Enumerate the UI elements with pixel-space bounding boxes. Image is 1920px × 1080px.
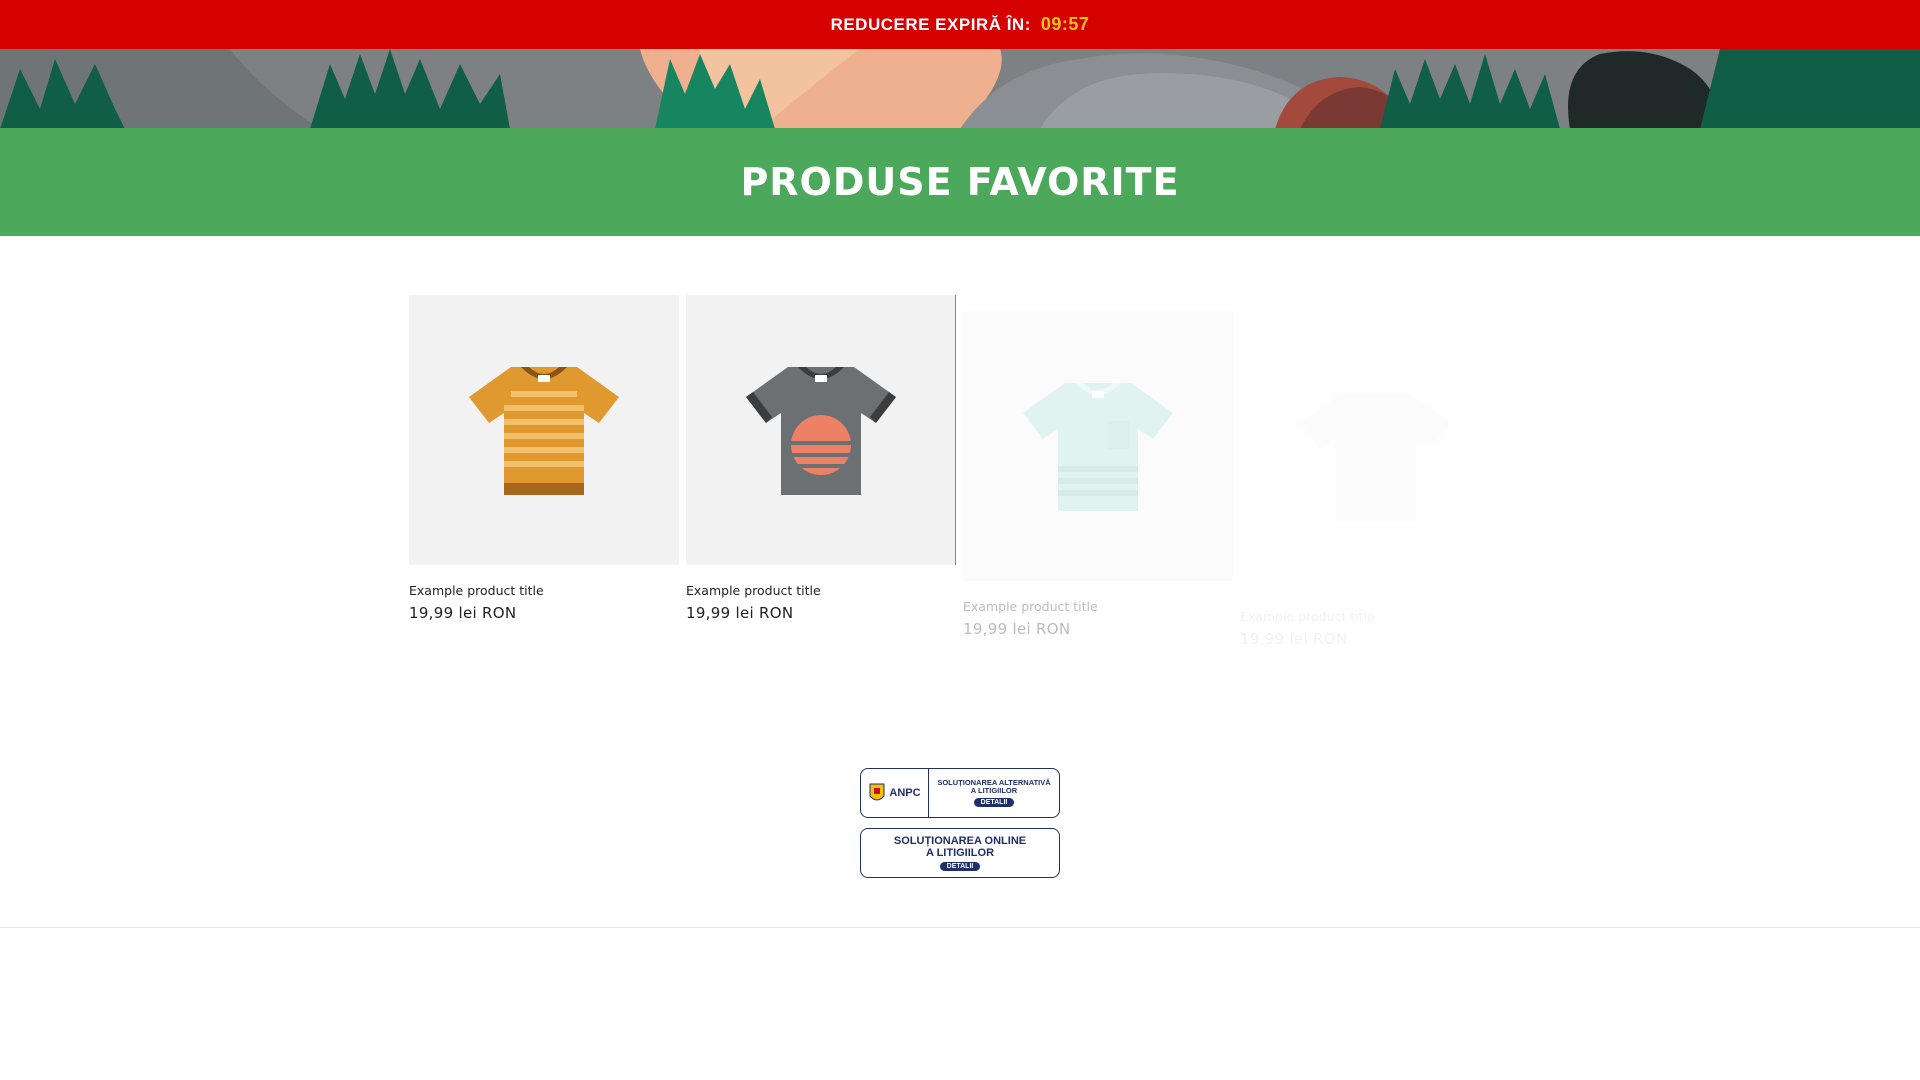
product-card[interactable]: Example product title 19,99 lei RON <box>963 311 1233 638</box>
gray-sunset-tshirt-icon <box>745 367 896 495</box>
coat-of-arms-icon <box>869 783 885 801</box>
section-title: PRODUSE FAVORITE <box>740 160 1180 204</box>
product-price: 19,99 lei RON <box>409 604 517 622</box>
product-title[interactable]: Example product title <box>963 599 1233 614</box>
hero-landscape-illustration <box>0 49 1920 129</box>
product-card[interactable]: Example product title 19,99 lei RON <box>686 295 956 622</box>
countdown-timer: 09:57 <box>1040 14 1090 34</box>
sal-details-button[interactable]: DETALII <box>973 798 1015 808</box>
countdown-label: REDUCERE EXPIRĂ ÎN: <box>830 14 1031 34</box>
sol-line-1: SOLUȚIONAREA ONLINE <box>893 834 1027 847</box>
sol-details-button[interactable]: DETALII <box>939 862 981 872</box>
product-title[interactable]: Example product title <box>686 583 956 598</box>
anpc-sol-badge[interactable]: SOLUȚIONAREA ONLINE A LITIGIILOR DETALII <box>860 828 1060 878</box>
product-price: 19,99 lei RON <box>963 620 1071 638</box>
sol-line-2: A LITIGIILOR <box>925 847 995 859</box>
product-price: 19,99 lei RON <box>686 604 794 622</box>
product-image[interactable] <box>963 311 1233 581</box>
anpc-label: ANPC <box>889 787 921 799</box>
mint-pocket-tshirt-icon <box>1023 383 1173 511</box>
countdown-bar: REDUCERE EXPIRĂ ÎN: 09:57 <box>0 0 1920 49</box>
product-price: 19,99 lei RON <box>1240 630 1348 648</box>
footer-divider <box>0 927 1920 928</box>
anpc-seal: ANPC <box>861 769 929 817</box>
product-card[interactable]: Example product title 19,99 lei RON <box>409 295 679 622</box>
product-image[interactable] <box>686 295 956 565</box>
sal-line-2: A LITIGIILOR <box>970 786 1018 795</box>
product-card[interactable]: Example product title 19,99 lei RON <box>1240 321 1510 648</box>
product-title[interactable]: Example product title <box>409 583 679 598</box>
product-grid: Example product title 19,99 lei RON Exam… <box>409 295 1519 648</box>
anpc-sal-badge[interactable]: ANPC SOLUȚIONAREA ALTERNATIVĂ A LITIGIIL… <box>860 768 1060 818</box>
product-image[interactable] <box>409 295 679 565</box>
section-title-band: PRODUSE FAVORITE <box>0 128 1920 236</box>
product-title[interactable]: Example product title <box>1240 609 1510 624</box>
anpc-badges: ANPC SOLUȚIONAREA ALTERNATIVĂ A LITIGIIL… <box>860 768 1060 888</box>
product-image[interactable] <box>1240 321 1510 591</box>
orange-striped-tshirt-icon <box>469 367 619 495</box>
tshirt-icon <box>1300 393 1450 521</box>
